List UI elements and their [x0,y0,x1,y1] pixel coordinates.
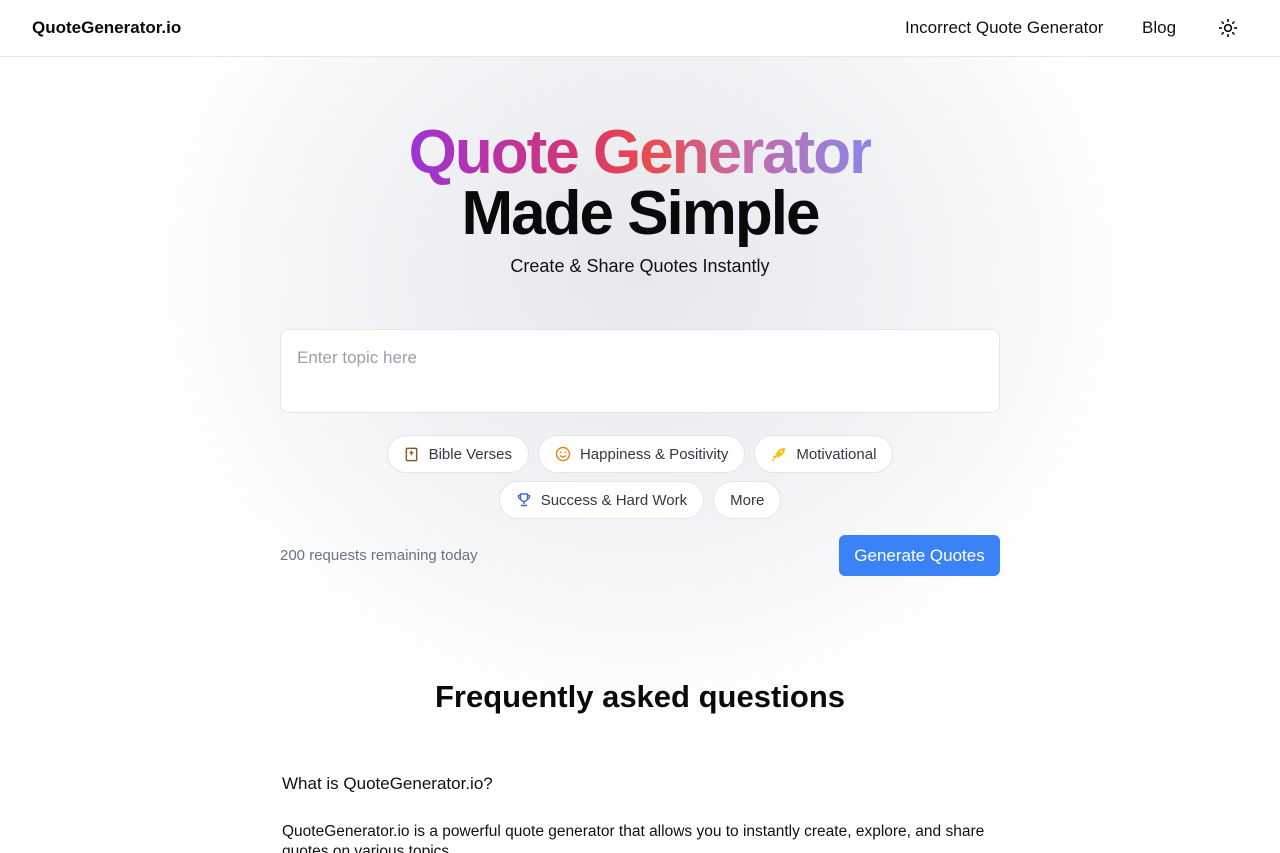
hero-subtitle: Create & Share Quotes Instantly [510,256,770,276]
chip-bible-verses[interactable]: Bible Verses [386,435,529,473]
faq-question[interactable]: What is QuoteGenerator.io? [282,774,493,794]
smile-icon [555,446,571,462]
nav-link-blog[interactable]: Blog [1142,18,1176,38]
faq-title: Frequently asked questions [435,679,845,714]
topic-chips-row-2: Success & Hard Work More [0,481,1280,519]
hero-title-gradient-text: Quote Generator [408,118,874,187]
rocket-icon [771,446,787,462]
sun-icon [1218,18,1238,38]
top-navbar: QuoteGenerator.io Incorrect Quote Genera… [0,0,1280,57]
chip-label: Happiness & Positivity [579,445,729,463]
topic-input[interactable] [281,330,999,412]
theme-toggle-button[interactable] [1214,14,1242,42]
book-icon [404,446,420,462]
trophy-icon [516,492,532,508]
chip-happiness-positivity[interactable]: Happiness & Positivity [537,435,746,473]
chip-label: Bible Verses [428,445,512,463]
generate-quotes-button[interactable]: Generate Quotes [839,535,1000,576]
topic-input-container [280,329,1000,413]
hero-title-plain: Made Simple [461,179,821,248]
topic-chips-row-1: Bible Verses Happiness & Positivity Moti… [0,435,1280,473]
faq-answer: QuoteGenerator.io is a powerful quote ge… [282,823,985,853]
chip-more[interactable]: More [713,481,782,519]
chip-success-hard-work[interactable]: Success & Hard Work [498,481,705,519]
requests-remaining-text: 200 requests remaining today [280,547,478,564]
nav-link-incorrect-quote-generator[interactable]: Incorrect Quote Generator [905,18,1103,38]
chip-label: Success & Hard Work [540,491,688,509]
chip-motivational[interactable]: Motivational [754,435,894,473]
chip-label: More [730,491,765,509]
site-logo[interactable]: QuoteGenerator.io [32,18,181,38]
chip-label: Motivational [796,445,877,463]
